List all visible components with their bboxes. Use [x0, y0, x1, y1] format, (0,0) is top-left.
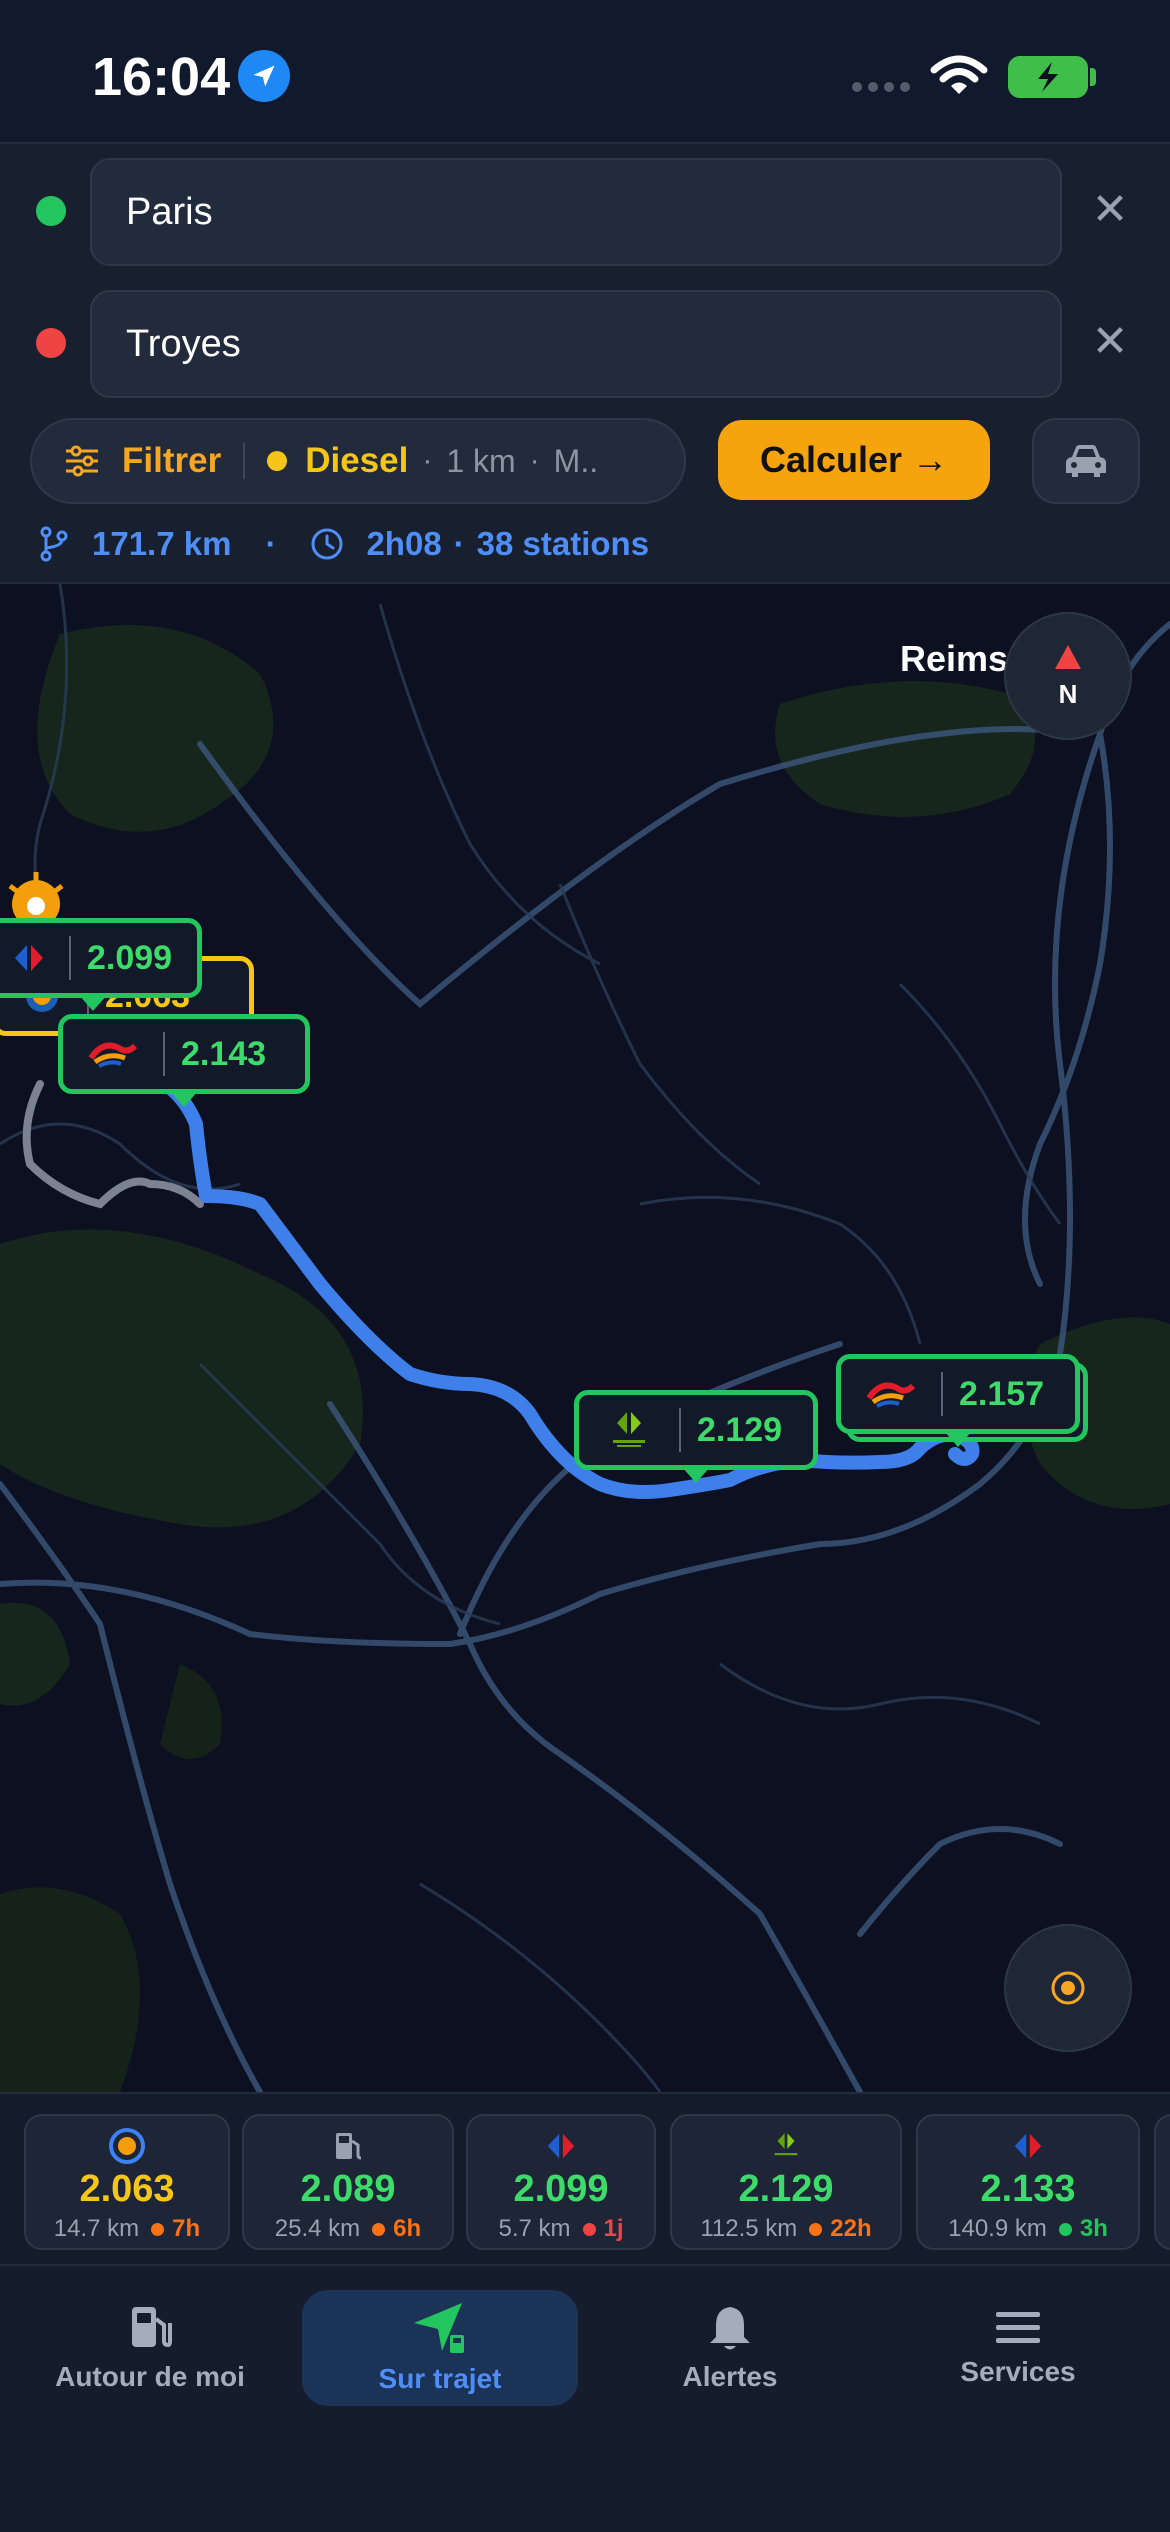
- station-count: 38 stations: [476, 525, 650, 562]
- battery-icon: [1008, 56, 1088, 98]
- card-age: 1j: [603, 2215, 624, 2242]
- carrefour-logo-icon: [544, 2126, 578, 2166]
- card-price: 2.063: [79, 2168, 175, 2210]
- clock-icon: [311, 528, 343, 560]
- carrefour-contact-logo-icon: [769, 2126, 803, 2166]
- clear-destination-button[interactable]: ✕: [1090, 320, 1130, 364]
- route-summary: 171.7 km · 2h08 · 38 stations: [38, 520, 649, 568]
- card-distance: 25.4 km: [274, 2215, 361, 2242]
- map-base: [0, 584, 1170, 2092]
- station-cards-strip[interactable]: 2.063 14.7 km 7h 2.089 25.4 km 6h 2.099 5.…: [0, 2092, 1170, 2264]
- origin-input[interactable]: Paris: [90, 158, 1062, 266]
- clear-origin-button[interactable]: ✕: [1090, 188, 1130, 232]
- marker-price: 2.129: [697, 1410, 783, 1449]
- clock: 16:04: [92, 47, 231, 107]
- divider: [243, 443, 246, 479]
- route-duration: 2h08: [366, 525, 442, 562]
- menu-icon: [996, 2312, 1040, 2343]
- fuel-pump-icon: [132, 2307, 172, 2348]
- station-marker[interactable]: 2.143: [58, 1014, 310, 1107]
- card-price: 2.099: [513, 2168, 609, 2210]
- more-filters: M..: [553, 442, 599, 479]
- battery-cap: [1090, 68, 1096, 86]
- route-header: Paris ✕ Troyes ✕: [0, 142, 1170, 584]
- freshness-dot: [809, 2222, 823, 2236]
- freshness-dot: [1058, 2222, 1072, 2236]
- sliders-icon: [66, 445, 98, 477]
- origin-marker-icon: [36, 196, 66, 226]
- bell-icon: [710, 2307, 750, 2350]
- vehicle-button[interactable]: [1032, 418, 1140, 504]
- fuel-pump-icon: [331, 2126, 365, 2166]
- filter-pill[interactable]: Filtrer Diesel · 1 km · M..: [30, 418, 686, 504]
- tab-bar: Autour de moi Sur trajet Alertes Service…: [0, 2264, 1170, 2532]
- freshness-dot: [372, 2222, 386, 2236]
- marker-price: 2.157: [959, 1374, 1045, 1413]
- city-label: Reims: [900, 638, 1009, 679]
- cellular-signal-icon: [852, 82, 910, 92]
- card-age: 6h: [393, 2215, 422, 2242]
- compass-label: N: [1058, 678, 1078, 709]
- route-distance: 171.7 km: [92, 525, 232, 562]
- marker-price: 2.143: [181, 1034, 267, 1073]
- freshness-dot: [151, 2222, 165, 2236]
- station-card[interactable]: 2.129 112.5 km 22h: [670, 2114, 902, 2250]
- north-arrow-icon: [1055, 644, 1081, 669]
- tab-label: Sur trajet: [378, 2363, 502, 2394]
- filter-label: Filtrer: [122, 441, 222, 480]
- tab-services[interactable]: Services: [908, 2290, 1128, 2406]
- status-bar: 16:04: [0, 0, 1170, 142]
- station-card[interactable]: 2.089 25.4 km 6h: [242, 2114, 454, 2250]
- location-services-icon: [238, 50, 290, 102]
- card-price: 2.133: [980, 2168, 1076, 2210]
- fuel-color-dot: [267, 451, 288, 471]
- destination-marker-icon: [36, 328, 66, 358]
- tab-sur-trajet[interactable]: Sur trajet: [302, 2290, 578, 2406]
- marker-price: 2.099: [87, 938, 173, 977]
- station-card[interactable]: 2.133 140.9 km 3h: [916, 2114, 1140, 2250]
- radius-value: 1 km: [446, 442, 516, 479]
- card-age: 22h: [830, 2215, 872, 2242]
- route-branch-icon: [40, 526, 68, 562]
- tab-alertes[interactable]: Alertes: [620, 2290, 840, 2406]
- card-distance: 140.9 km: [948, 2215, 1047, 2242]
- destination-input[interactable]: Troyes: [90, 290, 1062, 398]
- card-age: 7h: [172, 2215, 201, 2242]
- fuel-type: Diesel: [305, 441, 409, 480]
- compass-button[interactable]: N: [1004, 612, 1132, 740]
- tab-autour-de-moi[interactable]: Autour de moi: [40, 2290, 260, 2406]
- car-icon: [1066, 445, 1106, 477]
- navigation-icon: [414, 2303, 464, 2353]
- station-marker[interactable]: 2.099: [0, 918, 202, 1011]
- map-view[interactable]: Reims N 2.063 2.099 2.143: [0, 584, 1170, 2092]
- station-card[interactable]: 2.099 5.7 km 1j: [466, 2114, 656, 2250]
- carrefour-contact-logo-icon: [579, 1410, 679, 1450]
- tab-label: Alertes: [682, 2361, 778, 2392]
- carrefour-logo-icon: [0, 943, 69, 973]
- card-distance: 5.7 km: [498, 2215, 571, 2242]
- carrefour-logo-icon: [1011, 2126, 1045, 2166]
- leclerc-logo-icon: [107, 2126, 147, 2166]
- card-distance: 112.5 km: [700, 2215, 798, 2242]
- freshness-dot: [582, 2222, 596, 2236]
- station-marker[interactable]: 2.157: [836, 1354, 1080, 1447]
- tab-label: Services: [960, 2356, 1076, 2387]
- station-card-partial[interactable]: [1154, 2114, 1170, 2250]
- card-age: 3h: [1079, 2215, 1108, 2242]
- target-icon: [1051, 1971, 1085, 2005]
- station-card[interactable]: 2.063 14.7 km 7h: [24, 2114, 230, 2250]
- card-price: 2.089: [300, 2168, 396, 2210]
- tab-label: Autour de moi: [55, 2361, 245, 2392]
- totalenergies-logo-icon: [841, 1376, 941, 1412]
- totalenergies-logo-icon: [63, 1036, 163, 1072]
- wifi-icon: [930, 55, 988, 94]
- calculate-button[interactable]: Calculer →: [718, 420, 990, 500]
- station-marker[interactable]: 2.129: [574, 1390, 818, 1483]
- recenter-button[interactable]: [1004, 1924, 1132, 2052]
- card-price: 2.129: [738, 2168, 834, 2210]
- card-distance: 14.7 km: [53, 2215, 140, 2242]
